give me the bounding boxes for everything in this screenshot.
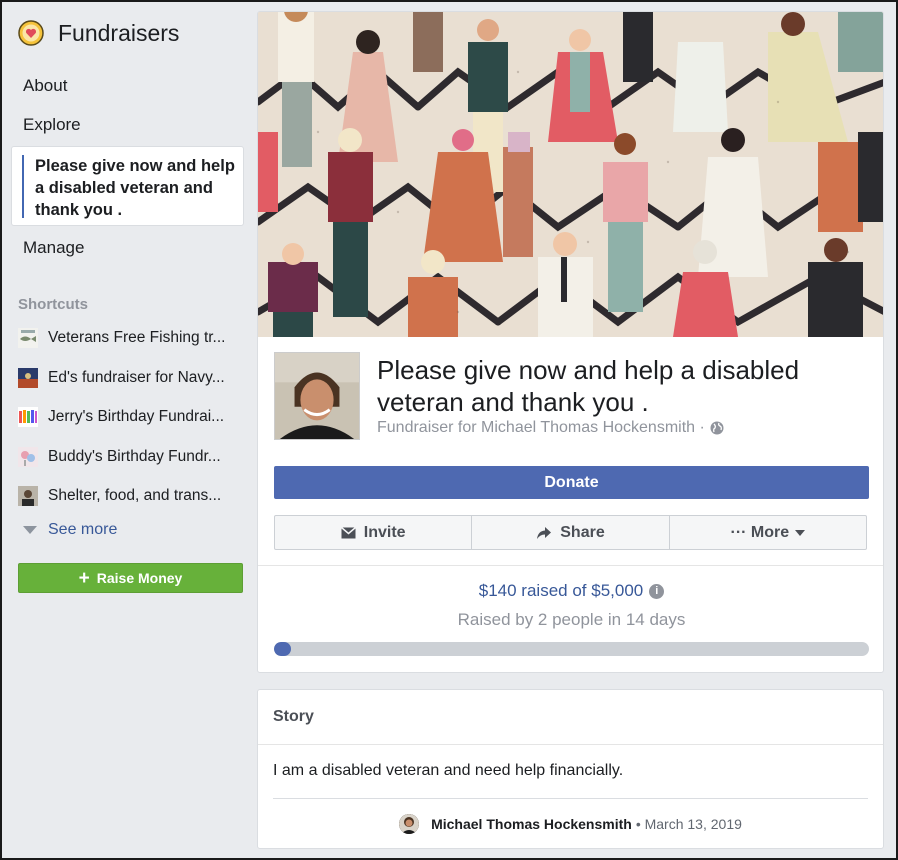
shortcut-label: Jerry's Birthday Fundrai...: [48, 408, 225, 425]
nav-active-fundraiser[interactable]: Please give now and help a disabled vete…: [11, 146, 244, 226]
nav-manage[interactable]: Manage: [23, 238, 84, 258]
person-thumbnail-icon: [18, 486, 38, 506]
caret-down-icon: [795, 529, 806, 536]
story-heading: Story: [273, 708, 314, 725]
author-avatar[interactable]: [399, 814, 420, 834]
plus-icon: +: [78, 567, 90, 589]
see-more-label: See more: [48, 521, 118, 538]
nav-explore[interactable]: Explore: [23, 115, 81, 135]
shortcut-label: Ed's fundraiser for Navy...: [48, 369, 225, 386]
organizer-photo: [274, 352, 360, 440]
globe-icon: [710, 421, 724, 435]
birthday-thumbnail-icon: [18, 447, 38, 467]
divider: [258, 565, 883, 566]
shortcut-item[interactable]: Veterans Free Fishing tr...: [18, 327, 240, 349]
sidebar: Fundraisers About Explore Please give no…: [0, 0, 256, 860]
shortcut-item[interactable]: Jerry's Birthday Fundrai...: [18, 406, 240, 428]
raise-money-label: Raise Money: [96, 570, 183, 586]
progress-bar: [274, 642, 869, 656]
app-title: Fundraisers: [58, 19, 180, 46]
story-footer: Michael Thomas Hockensmith • March 13, 2…: [258, 814, 883, 834]
envelope-icon: [340, 526, 356, 538]
shortcut-label: Veterans Free Fishing tr...: [48, 329, 226, 346]
raised-by-text: Raised by 2 people in 14 days: [457, 610, 686, 629]
progress-fill: [274, 642, 291, 656]
raise-money-button[interactable]: + Raise Money: [18, 563, 243, 593]
donate-button[interactable]: Donate: [274, 466, 869, 499]
author-name-link[interactable]: Michael Thomas Hockensmith: [431, 816, 632, 832]
fundraiser-subtitle: Fundraiser for Michael Thomas Hockensmit…: [377, 419, 724, 437]
shortcuts-heading: Shortcuts: [18, 296, 89, 313]
beneficiary-link[interactable]: Fundraiser for Michael Thomas Hockensmit…: [377, 419, 705, 437]
nav-active-label: Please give now and help a disabled vete…: [35, 157, 235, 219]
chevron-down-icon: [23, 526, 37, 534]
action-bar: Invite Share ··· More: [274, 515, 867, 550]
fundraiser-heart-coin-icon: [18, 20, 44, 46]
story-card: Story I am a disabled veteran and need h…: [257, 689, 884, 849]
fundraiser-card: Please give now and help a disabled vete…: [257, 11, 884, 673]
birthday-thumbnail-icon: [18, 407, 38, 427]
invite-button[interactable]: Invite: [275, 516, 471, 549]
more-label: ··· More: [730, 523, 790, 541]
shortcut-label: Buddy's Birthday Fundr...: [48, 448, 221, 465]
shortcut-item[interactable]: Ed's fundraiser for Navy...: [18, 367, 240, 389]
raised-text: $140 raised of $5,000: [478, 581, 644, 600]
shortcut-item[interactable]: Buddy's Birthday Fundr...: [18, 446, 240, 468]
fundraiser-title: Please give now and help a disabled vete…: [377, 355, 800, 417]
story-body: I am a disabled veteran and need help fi…: [273, 762, 624, 779]
story-date: • March 13, 2019: [635, 816, 742, 832]
shortcut-item[interactable]: Shelter, food, and trans...: [18, 485, 240, 507]
shortcut-label: Shelter, food, and trans...: [48, 487, 222, 504]
divider: [258, 744, 883, 745]
fishing-thumbnail-icon: [18, 328, 38, 348]
navy-thumbnail-icon: [18, 368, 38, 388]
divider: [273, 798, 868, 799]
more-button[interactable]: ··· More: [668, 516, 866, 549]
nav-about[interactable]: About: [23, 76, 67, 96]
info-icon[interactable]: i: [649, 583, 665, 599]
share-label: Share: [560, 523, 605, 541]
share-button[interactable]: Share: [471, 516, 668, 549]
invite-label: Invite: [363, 523, 406, 541]
cover-photo: [258, 12, 883, 337]
active-indicator: [22, 155, 24, 218]
raised-amount: $140 raised of $5,000 i: [258, 581, 883, 601]
see-more-link[interactable]: See more: [23, 521, 117, 539]
brand[interactable]: Fundraisers: [18, 18, 179, 48]
share-arrow-icon: [537, 526, 552, 539]
